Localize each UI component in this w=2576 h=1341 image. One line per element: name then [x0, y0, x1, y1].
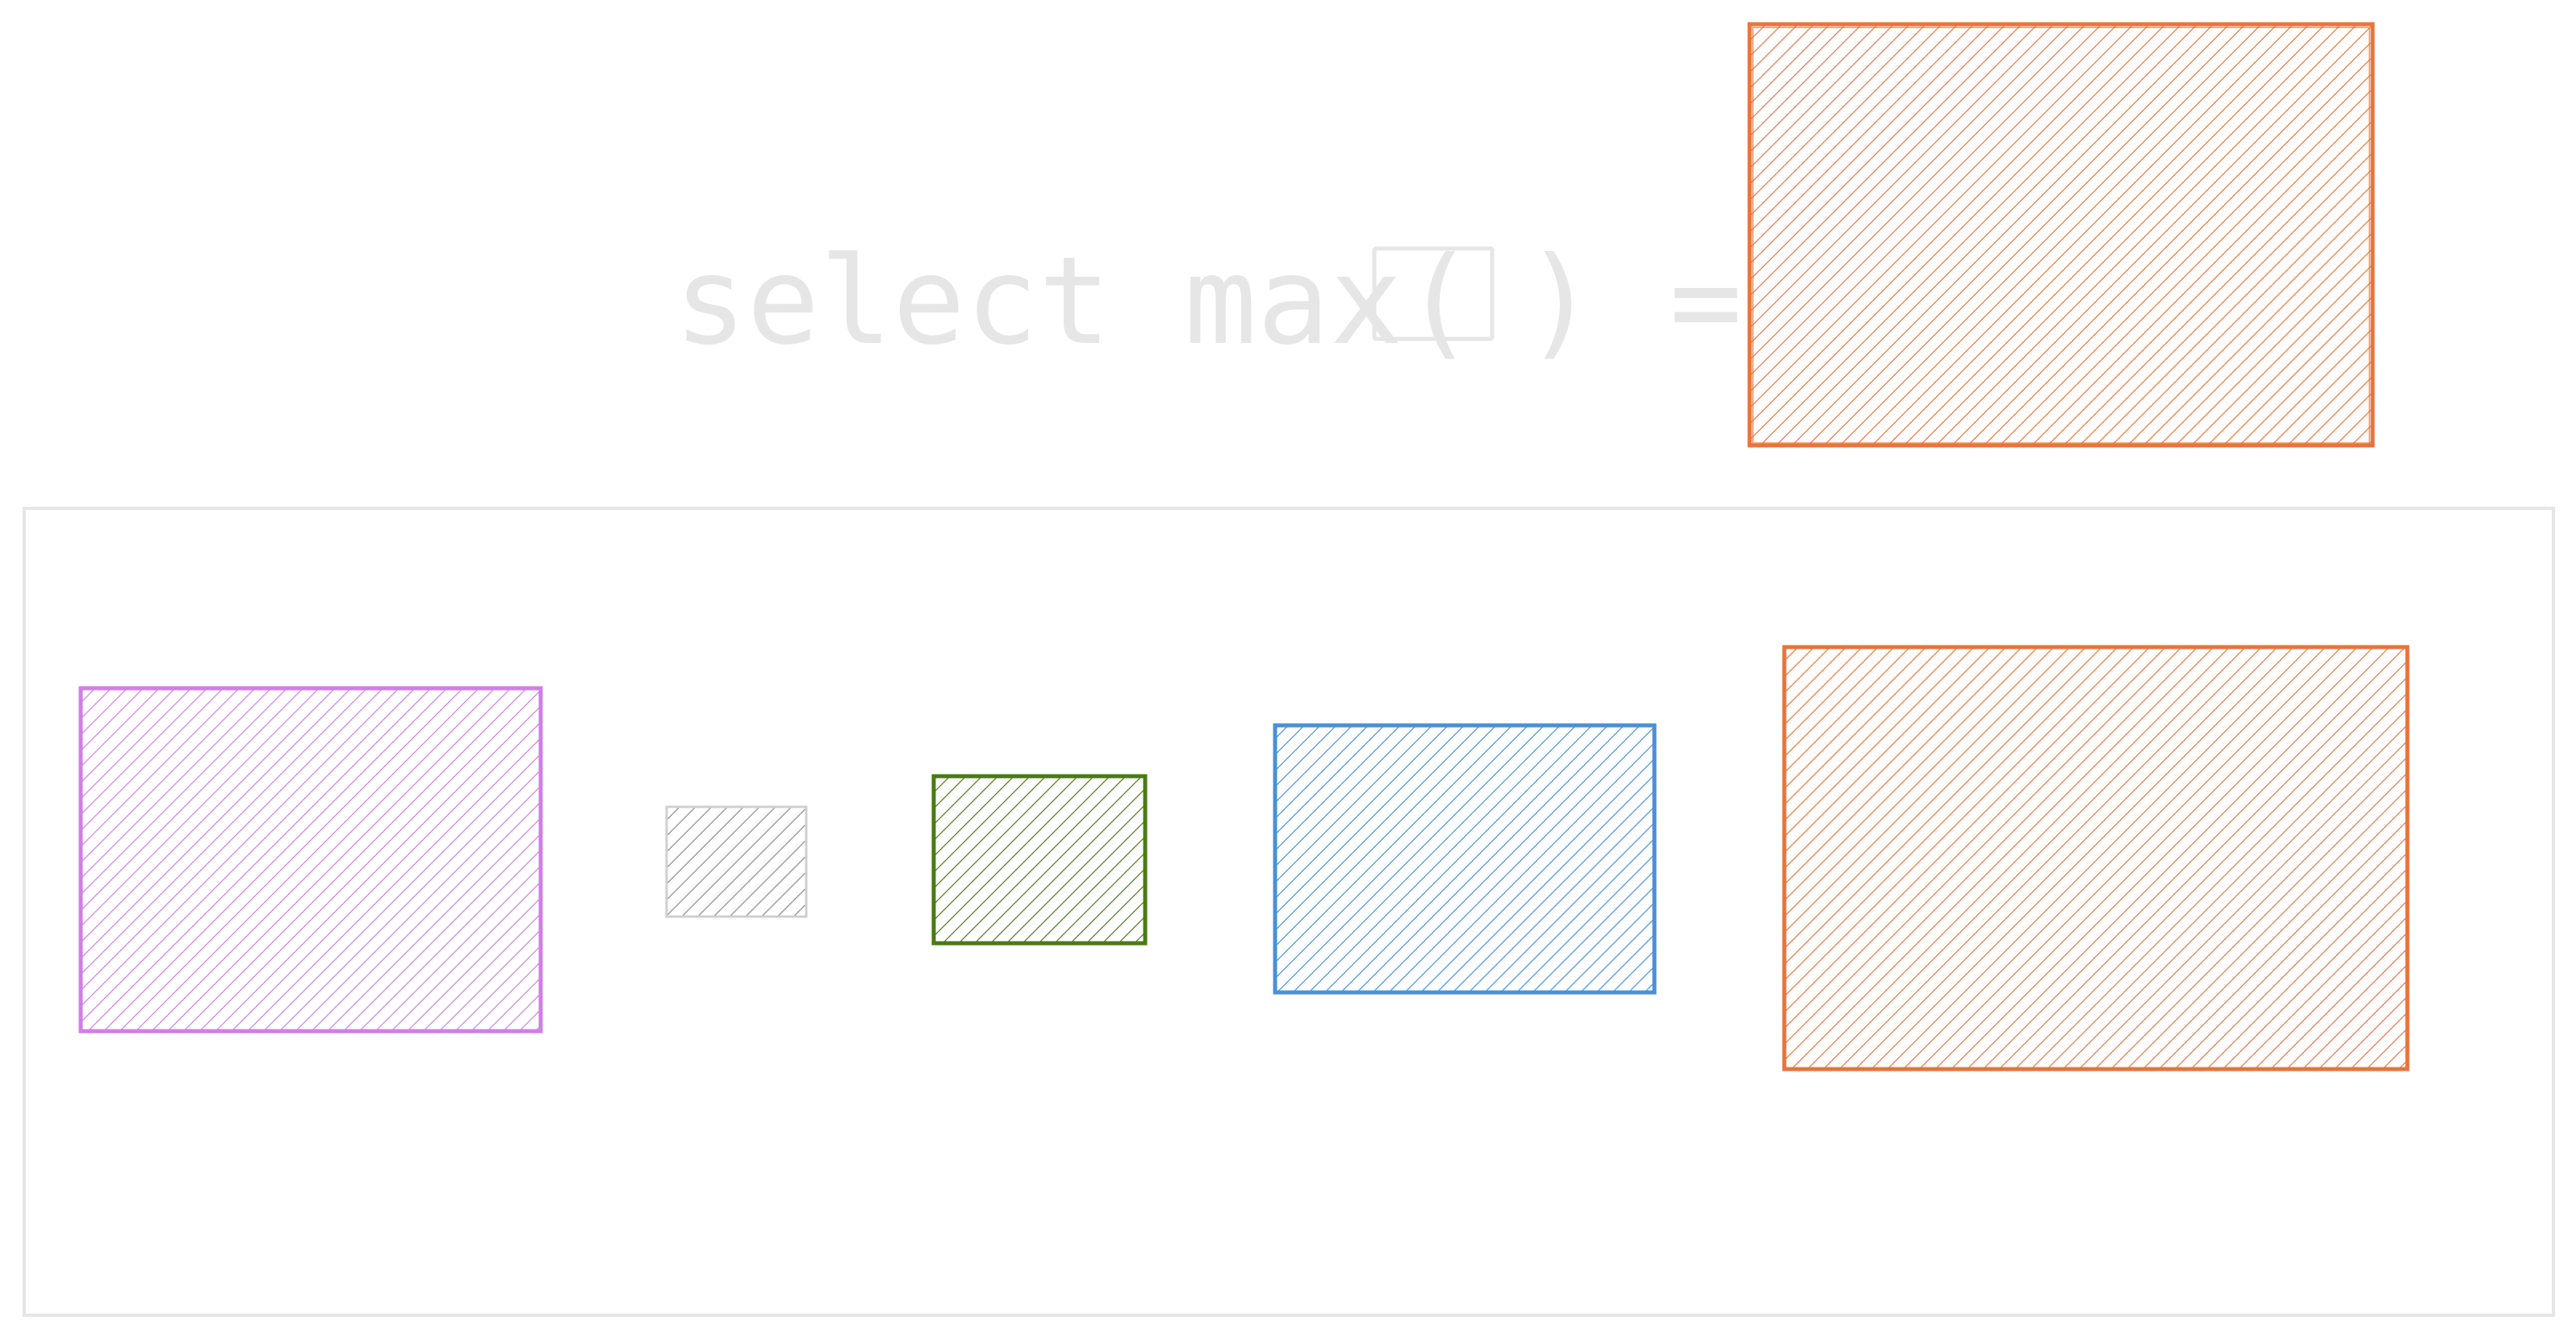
diagram-canvas: select max( ) = [23, 22, 2555, 1317]
orange-rect [1782, 645, 2410, 1072]
green-rect [931, 774, 1148, 946]
formula: select max( ) = [674, 232, 1742, 372]
gray-rect [665, 805, 808, 918]
formula-prefix: select max( [674, 232, 1475, 372]
result-rect [1747, 22, 2375, 448]
formula-suffix: ) = [1524, 232, 1742, 372]
blue-rect [1273, 723, 1657, 995]
purple-rect [78, 686, 543, 1034]
